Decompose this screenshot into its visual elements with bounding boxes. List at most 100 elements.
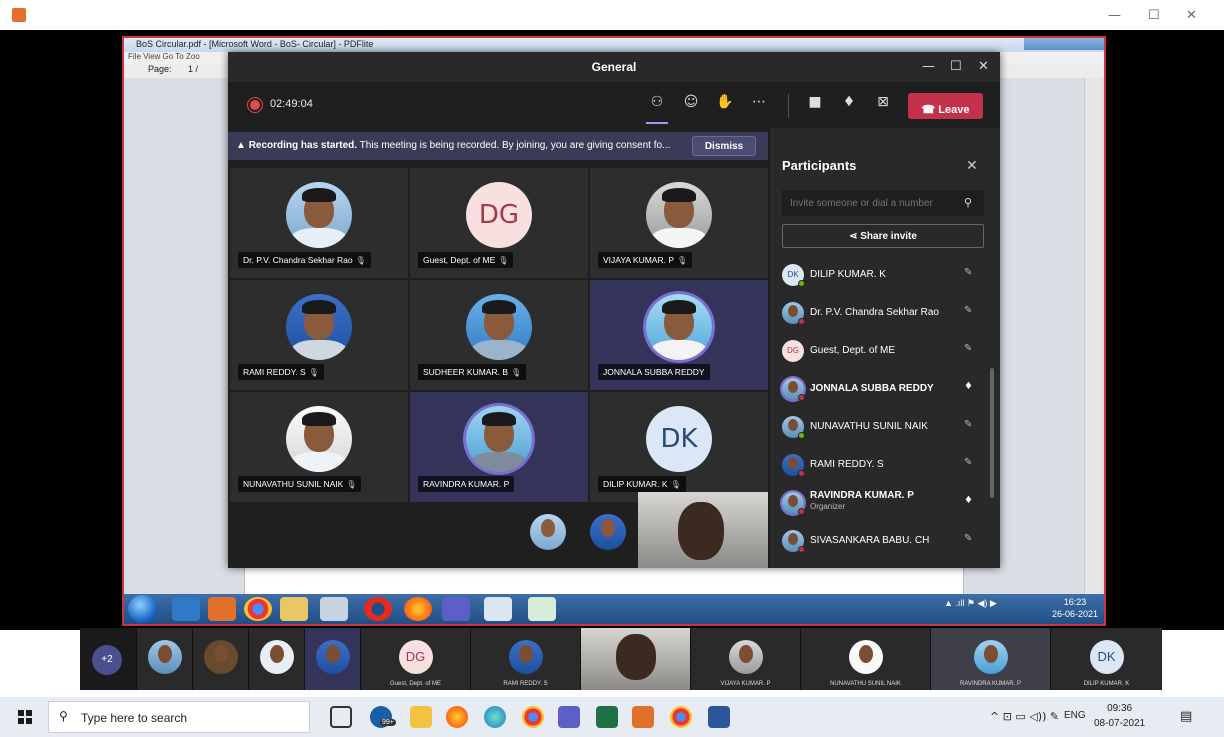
excel-icon[interactable] xyxy=(528,597,556,621)
participant-row[interactable]: JONNALA SUBBA REDDY ♦ xyxy=(780,370,990,408)
pdf-window-controls[interactable] xyxy=(1024,38,1104,50)
mic-off-icon: 🎙 xyxy=(346,480,357,489)
chrome-icon[interactable] xyxy=(244,597,272,621)
meeting-title: General xyxy=(591,60,637,74)
gallery-thumb[interactable] xyxy=(304,628,360,690)
camera-icon[interactable]: ■ xyxy=(804,94,826,116)
gallery-thumb[interactable] xyxy=(248,628,304,690)
teams-minimize-button[interactable]: — xyxy=(922,59,935,74)
minimize-button[interactable]: — xyxy=(1108,8,1121,23)
ie-icon[interactable] xyxy=(172,597,200,621)
gallery-thumb-initials: DK xyxy=(1089,640,1124,674)
search-icon[interactable]: ⚲ xyxy=(964,196,972,209)
gallery-thumb[interactable]: RAMI REDDY. S xyxy=(470,628,580,690)
video-tile[interactable]: DK DILIP KUMAR. K 🎙 xyxy=(590,392,768,502)
more-actions-icon[interactable]: ⋯ xyxy=(748,94,770,116)
taskbar-search[interactable]: ⚲ Type here to search xyxy=(48,701,310,733)
participants-icon[interactable]: ⚇ xyxy=(646,94,668,116)
media-player-icon[interactable] xyxy=(632,706,654,728)
dismiss-button[interactable]: Dismiss xyxy=(692,136,756,156)
mic-on-icon[interactable]: ♦ xyxy=(964,495,973,506)
video-tile[interactable]: JONNALA SUBBA REDDY xyxy=(590,280,768,390)
panel-close-icon[interactable]: ✕ xyxy=(966,158,978,174)
firefox-icon[interactable] xyxy=(404,597,432,621)
participant-row[interactable]: RAVINDRA KUMAR. P Organizer ♦ xyxy=(780,484,990,522)
panel-scrollbar[interactable] xyxy=(990,368,994,498)
edge-icon[interactable] xyxy=(484,706,506,728)
gallery-thumb[interactable] xyxy=(192,628,248,690)
chat-icon[interactable]: ☺ xyxy=(680,94,702,116)
teams-close-button[interactable]: ✕ xyxy=(978,59,989,74)
overflow-avatar[interactable] xyxy=(530,514,566,550)
word-icon[interactable] xyxy=(484,597,512,621)
mic-off-icon[interactable]: ✎ xyxy=(964,305,972,316)
overflow-avatar[interactable] xyxy=(590,514,626,550)
word-icon[interactable] xyxy=(708,706,730,728)
page-value[interactable]: 1 / xyxy=(188,64,198,74)
excel-icon[interactable] xyxy=(596,706,618,728)
pdf-scrollbar[interactable] xyxy=(1084,78,1102,598)
video-tile[interactable]: SUDHEER KUMAR. B 🎙 xyxy=(410,280,588,390)
pdf-app-icon[interactable] xyxy=(320,597,348,621)
video-tile[interactable]: Dr. P.V. Chandra Sekhar Rao 🎙 xyxy=(230,168,408,278)
win7-tray[interactable]: ▲ .ıll ⚑ ◀) ▶ xyxy=(944,598,997,609)
firefox-icon[interactable] xyxy=(446,706,468,728)
video-tile[interactable]: NUNAVATHU SUNIL NAIK 🎙 xyxy=(230,392,408,502)
video-tile[interactable]: RAVINDRA KUMAR. P xyxy=(410,392,588,502)
share-screen-icon[interactable]: ⊠ xyxy=(872,94,894,116)
video-tile[interactable]: DG Guest, Dept. of ME 🎙 xyxy=(410,168,588,278)
mic-off-icon[interactable]: ✎ xyxy=(964,419,972,430)
notification-center-icon[interactable]: ▤ xyxy=(1180,709,1192,724)
participant-avatar: DG xyxy=(782,340,804,362)
leave-label: Leave xyxy=(938,103,970,116)
chrome-icon[interactable] xyxy=(670,706,692,728)
recording-banner: ▲ Recording has started. This meeting is… xyxy=(228,132,768,160)
video-tile[interactable]: VIJAYA KUMAR. P 🎙 xyxy=(590,168,768,278)
mic-off-icon[interactable]: ✎ xyxy=(964,533,972,544)
clock-date: 08-07-2021 xyxy=(1094,718,1146,729)
reactions-icon[interactable]: ✋ xyxy=(714,94,736,116)
teams-maximize-button[interactable]: ☐ xyxy=(950,59,962,74)
file-explorer-icon[interactable] xyxy=(410,706,432,728)
more-participants-badge[interactable]: +2 xyxy=(92,645,122,675)
maximize-button[interactable]: ☐ xyxy=(1148,8,1160,23)
invite-input[interactable] xyxy=(782,190,984,216)
system-tray[interactable]: ^ ⊡ ▭ ◁)) ✎ xyxy=(990,710,1059,723)
language-indicator[interactable]: ENG xyxy=(1064,710,1086,721)
participant-row[interactable]: DG Guest, Dept. of ME ✎ xyxy=(780,332,990,370)
gallery-thumb[interactable]: RAVINDRA KUMAR. P xyxy=(930,628,1050,690)
gallery-thumb[interactable] xyxy=(136,628,192,690)
mic-on-icon[interactable]: ♦ xyxy=(964,381,973,392)
participant-role: Organizer xyxy=(810,502,846,511)
windows-start-icon[interactable] xyxy=(18,710,32,724)
gallery-thumb[interactable]: NUNAVATHU SUNIL NAIK xyxy=(800,628,930,690)
gallery-thumb[interactable]: DK DILIP KUMAR. K xyxy=(1050,628,1162,690)
participant-row[interactable]: NUNAVATHU SUNIL NAIK ✎ xyxy=(780,408,990,446)
media-player-icon[interactable] xyxy=(208,597,236,621)
teams-icon[interactable] xyxy=(558,706,580,728)
participant-row[interactable]: Dr. P.V. Chandra Sekhar Rao ✎ xyxy=(780,294,990,332)
mic-off-icon[interactable]: ✎ xyxy=(964,267,972,278)
share-invite-button[interactable]: ⋖ Share invite xyxy=(782,224,984,248)
gallery-thumb[interactable]: DG Guest, Dept. of ME xyxy=(360,628,470,690)
chrome-icon[interactable] xyxy=(522,706,544,728)
taskbar-clock[interactable]: 09:36 08-07-2021 xyxy=(1094,701,1145,731)
gallery-thumb[interactable]: VIJAYA KUMAR. P xyxy=(690,628,800,690)
participant-row[interactable]: SIVASANKARA BABU. CH ✎ xyxy=(780,522,990,560)
self-video[interactable] xyxy=(638,492,768,568)
mic-off-icon[interactable]: ✎ xyxy=(964,457,972,468)
start-orb-icon[interactable] xyxy=(128,595,158,623)
close-button[interactable]: ✕ xyxy=(1186,8,1197,23)
task-view-icon[interactable] xyxy=(330,706,352,728)
participant-row[interactable]: RAMI REDDY. S ✎ xyxy=(780,446,990,484)
mic-off-icon[interactable]: ✎ xyxy=(964,343,972,354)
gallery-thumb[interactable] xyxy=(580,628,690,690)
folder-icon[interactable] xyxy=(280,597,308,621)
teams-icon[interactable] xyxy=(442,597,470,621)
video-tile[interactable]: RAMI REDDY. S 🎙 xyxy=(230,280,408,390)
tile-name: DILIP KUMAR. K xyxy=(603,479,668,489)
leave-button[interactable]: ☎ Leave xyxy=(908,93,983,119)
opera-icon[interactable] xyxy=(364,597,392,621)
mic-icon[interactable]: ♦ xyxy=(838,94,860,116)
participant-row[interactable]: DK DILIP KUMAR. K ✎ xyxy=(780,256,990,294)
